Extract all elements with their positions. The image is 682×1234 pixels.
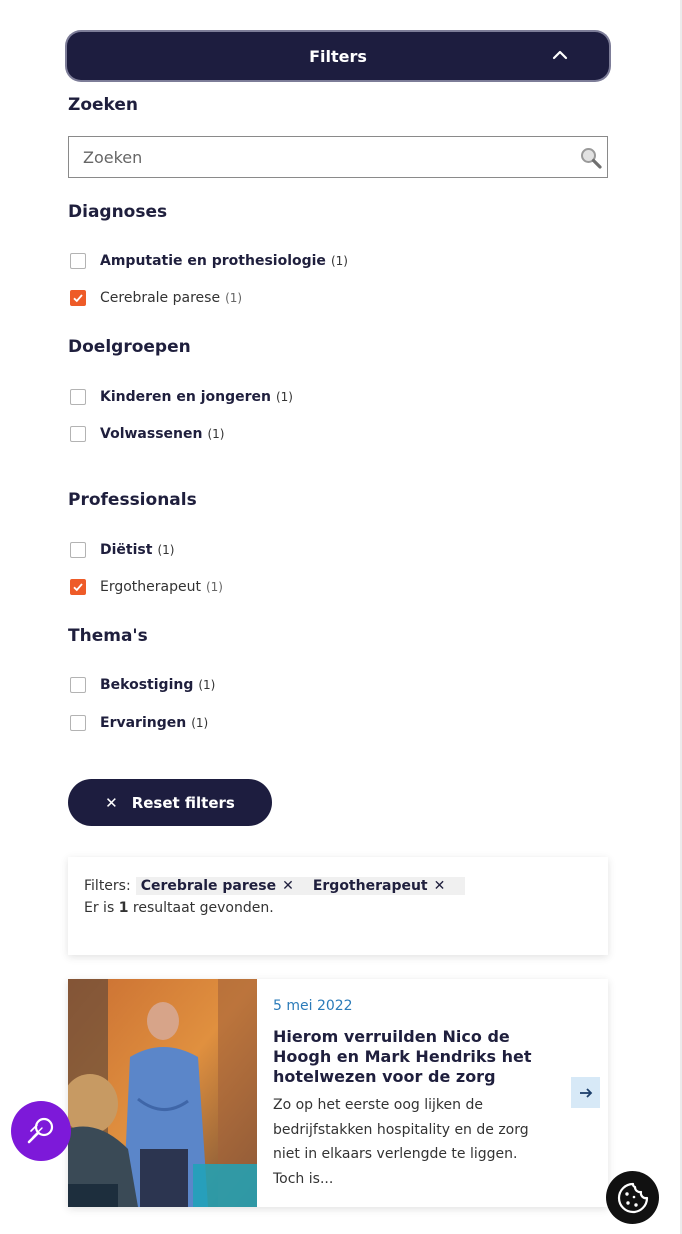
search-icon[interactable] xyxy=(579,146,603,170)
filters-toggle-button[interactable]: Filters xyxy=(67,32,609,80)
result-suffix: resultaat gevonden. xyxy=(132,900,274,916)
article-date: 5 mei 2022 xyxy=(273,998,353,1014)
magnifier-icon xyxy=(27,1117,54,1144)
filters-summary-label: Filters: xyxy=(84,878,131,894)
option-count: (1) xyxy=(191,716,209,730)
diagnoses-title: Diagnoses xyxy=(68,202,168,222)
checkmark-icon xyxy=(73,294,83,303)
option-label: Volwassenen xyxy=(100,426,203,442)
filter-option-cerebrale-parese[interactable]: Cerebrale parese (1) xyxy=(68,287,242,309)
filter-option-volwassenen[interactable]: Volwassenen (1) xyxy=(68,423,224,445)
accessibility-search-button[interactable] xyxy=(11,1101,71,1161)
chip-label: Cerebrale parese xyxy=(140,878,277,894)
result-count-text: Er is 1 resultaat gevonden. xyxy=(84,900,592,916)
option-count: (1) xyxy=(275,390,293,404)
close-icon[interactable]: ✕ xyxy=(282,878,294,894)
doelgroepen-title: Doelgroepen xyxy=(68,337,191,357)
option-label: Kinderen en jongeren xyxy=(100,389,271,405)
article-photo xyxy=(68,979,257,1207)
checkbox[interactable] xyxy=(70,389,86,405)
option-label: Cerebrale parese xyxy=(100,290,221,306)
checkbox[interactable] xyxy=(70,542,86,558)
checkbox[interactable] xyxy=(70,426,86,442)
result-prefix: Er is xyxy=(84,900,115,916)
result-count: 1 xyxy=(118,900,129,916)
chip-label: Ergotherapeut xyxy=(312,878,428,894)
close-icon: ✕ xyxy=(105,793,118,812)
option-label: Bekostiging xyxy=(100,677,194,693)
option-label: Amputatie en prothesiologie xyxy=(100,253,326,269)
chevron-up-icon xyxy=(552,50,568,60)
filter-option-ergotherapeut[interactable]: Ergotherapeut (1) xyxy=(68,576,223,598)
option-count: (1) xyxy=(157,543,175,557)
checkbox[interactable] xyxy=(70,253,86,269)
option-count: (1) xyxy=(198,678,216,692)
filter-option-bekostiging[interactable]: Bekostiging (1) xyxy=(68,674,215,696)
filter-option-dietist[interactable]: Diëtist (1) xyxy=(68,539,174,561)
option-count: (1) xyxy=(207,427,225,441)
checkmark-icon xyxy=(73,583,83,592)
cookie-settings-button[interactable] xyxy=(606,1171,659,1224)
option-count: (1) xyxy=(330,254,348,268)
active-filters-summary: Filters: Cerebrale parese ✕ Ergotherapeu… xyxy=(68,857,608,955)
close-icon[interactable]: ✕ xyxy=(434,878,446,894)
article-card[interactable]: 5 mei 2022 Hierom verruilden Nico de Hoo… xyxy=(68,979,608,1207)
filter-option-amputatie[interactable]: Amputatie en prothesiologie (1) xyxy=(68,250,348,272)
checkbox[interactable] xyxy=(70,715,86,731)
filter-option-ervaringen[interactable]: Ervaringen (1) xyxy=(68,712,208,734)
filter-chip-ergotherapeut[interactable]: Ergotherapeut ✕ xyxy=(299,877,466,895)
read-more-button[interactable] xyxy=(571,1077,600,1108)
option-label: Ergotherapeut xyxy=(100,579,201,595)
filters-toggle-label: Filters xyxy=(309,46,367,66)
article-excerpt: Zo op het eerste oog lijken de bedrijfst… xyxy=(273,1097,529,1187)
arrow-right-icon xyxy=(579,1087,592,1098)
filter-chip-cerebrale-parese[interactable]: Cerebrale parese ✕ xyxy=(135,877,300,895)
option-count: (1) xyxy=(225,291,243,305)
option-label: Ervaringen xyxy=(100,715,187,731)
search-section-title: Zoeken xyxy=(68,95,139,115)
reset-filters-label: Reset filters xyxy=(131,793,235,812)
checkbox-checked[interactable] xyxy=(70,579,86,595)
reset-filters-button[interactable]: ✕ Reset filters xyxy=(68,779,272,826)
themas-title: Thema's xyxy=(68,626,148,646)
checkbox[interactable] xyxy=(70,677,86,693)
option-label: Diëtist xyxy=(100,542,153,558)
search-box xyxy=(68,136,608,178)
filter-option-kinderen[interactable]: Kinderen en jongeren (1) xyxy=(68,386,293,408)
cookie-icon xyxy=(617,1182,648,1213)
article-title[interactable]: Hierom verruilden Nico de Hoogh en Mark … xyxy=(273,1027,573,1087)
professionals-title: Professionals xyxy=(68,490,197,510)
search-input[interactable] xyxy=(81,137,565,177)
checkbox-checked[interactable] xyxy=(70,290,86,306)
option-count: (1) xyxy=(205,580,223,594)
